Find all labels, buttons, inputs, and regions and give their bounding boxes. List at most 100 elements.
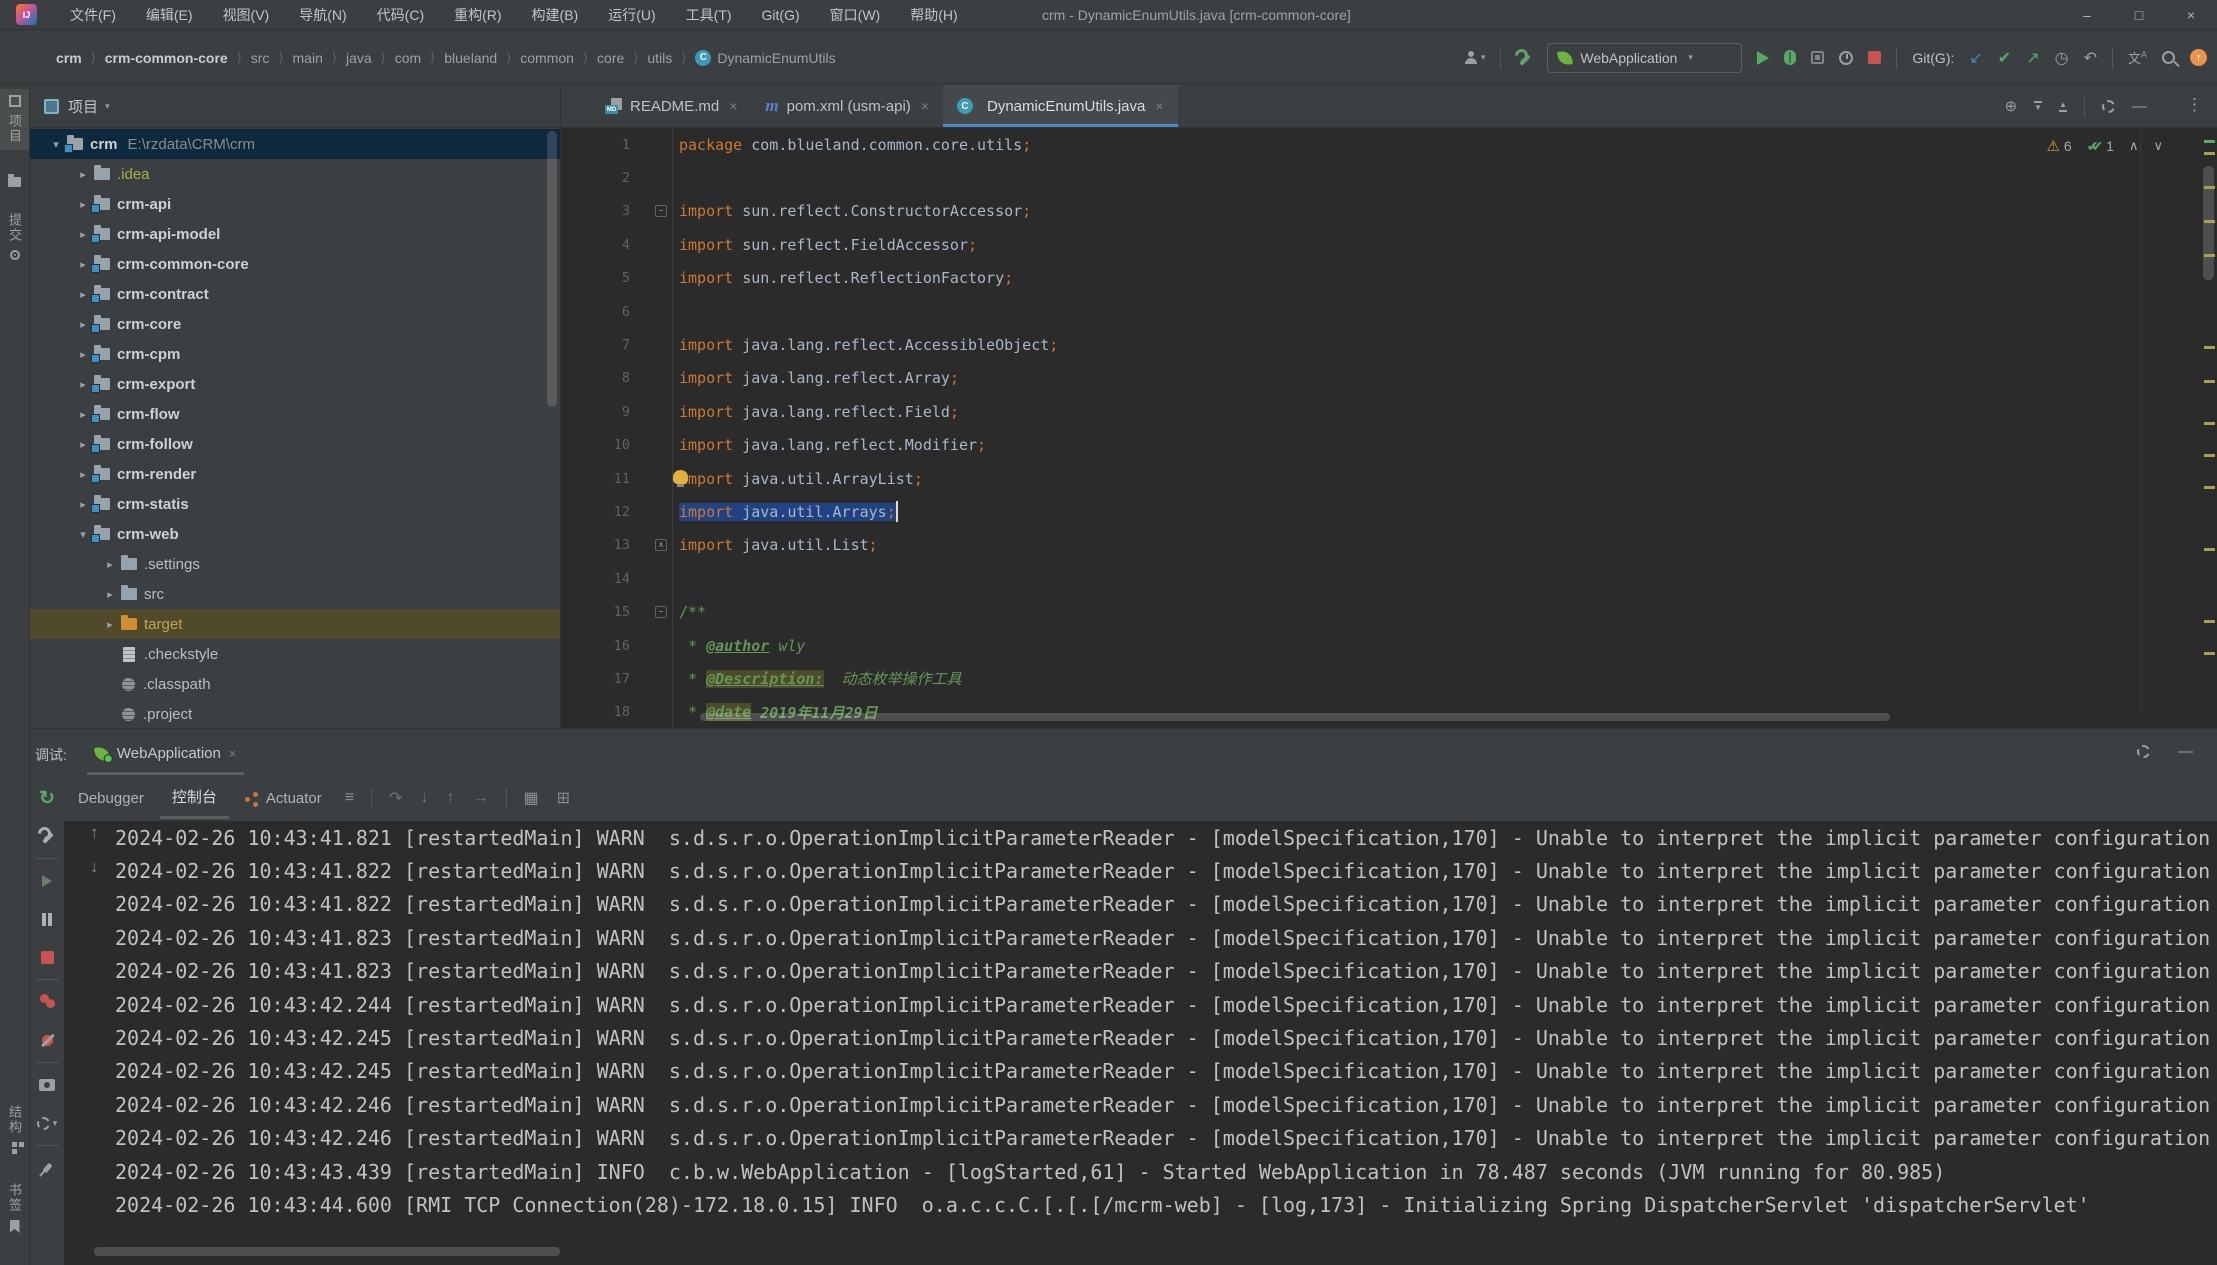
tree-row[interactable]: ▸crm-flow <box>30 399 560 429</box>
menu-item[interactable]: 窗口(W) <box>815 5 896 25</box>
pin-icon[interactable] <box>30 1149 64 1187</box>
breadcrumb-item[interactable]: com <box>395 50 421 66</box>
tree-row[interactable]: ▸crm-statis <box>30 489 560 519</box>
tree-chevron-icon[interactable]: ▸ <box>102 588 118 601</box>
code-editor[interactable]: 1package com.blueland.common.core.utils;… <box>561 128 2217 728</box>
error-stripe-mark[interactable] <box>2204 548 2215 551</box>
menu-item[interactable]: 构建(B) <box>517 5 594 25</box>
editor-tab[interactable]: CDynamicEnumUtils.java× <box>943 85 1178 127</box>
menu-item[interactable]: 导航(N) <box>284 5 361 25</box>
close-icon[interactable]: × <box>729 98 737 114</box>
step-out-icon[interactable]: ↑ <box>440 789 462 807</box>
breadcrumb-item[interactable]: CDynamicEnumUtils <box>695 50 835 66</box>
tree-row[interactable]: ▸target <box>30 609 560 639</box>
fold-marker-icon[interactable]: ∧ <box>655 539 667 551</box>
debug-settings-gear-icon[interactable]: ▾ <box>30 1104 64 1142</box>
inspections-widget[interactable]: ⚠6 ✔✔1 ∧ ∨ <box>2046 137 2163 155</box>
arrow-up-icon[interactable]: ↑ <box>90 823 99 843</box>
hide-panel-icon[interactable]: — <box>2178 743 2193 760</box>
error-stripe-mark[interactable] <box>2204 486 2215 489</box>
git-commit-icon[interactable]: ✔ <box>1998 48 2011 68</box>
warnings-indicator[interactable]: ⚠6 <box>2046 137 2071 155</box>
menu-item[interactable]: 重构(R) <box>439 5 516 25</box>
user-profile-button[interactable]: ▾ <box>1464 51 1486 64</box>
tree-chevron-icon[interactable]: ▸ <box>75 198 91 211</box>
tree-row[interactable]: .checkstyle <box>30 639 560 669</box>
breadcrumb-item[interactable]: blueland <box>444 50 497 66</box>
stop-icon[interactable] <box>30 938 64 976</box>
error-stripe-mark[interactable] <box>2204 380 2215 383</box>
breadcrumb-item[interactable]: src <box>251 50 270 66</box>
git-rollback-icon[interactable]: ↶ <box>2084 48 2097 68</box>
gear-icon[interactable] <box>2102 100 2115 113</box>
step-over-icon[interactable]: ↷ <box>382 788 409 808</box>
error-stripe-mark[interactable] <box>2204 220 2215 223</box>
tree-chevron-icon[interactable]: ▸ <box>75 168 91 181</box>
git-update-icon[interactable]: ↙ <box>1969 48 1982 68</box>
tree-row[interactable]: ▾crm-web <box>30 519 560 549</box>
tree-row[interactable]: ▸crm-render <box>30 459 560 489</box>
error-stripe-mark[interactable] <box>2204 152 2215 155</box>
console-menu-icon[interactable]: ≡ <box>338 789 361 807</box>
menu-item[interactable]: 运行(U) <box>593 5 670 25</box>
menu-item[interactable]: 文件(F) <box>55 5 131 25</box>
hide-panel-icon[interactable]: — <box>2132 98 2147 115</box>
error-stripe-mark[interactable] <box>2204 186 2215 189</box>
debug-tab-控制台[interactable]: 控制台 <box>160 777 229 819</box>
fold-marker-icon[interactable]: − <box>655 606 667 618</box>
breadcrumb-item[interactable]: main <box>293 50 323 66</box>
locate-file-icon[interactable]: ⊕ <box>2005 97 2018 115</box>
tree-chevron-icon[interactable]: ▸ <box>75 438 91 451</box>
breadcrumb-item[interactable]: crm-common-core <box>105 50 228 66</box>
edit-configuration-icon[interactable] <box>30 817 64 855</box>
sidebar-item-commit[interactable]: 提交 <box>0 207 29 266</box>
error-stripe-mark[interactable] <box>2204 620 2215 623</box>
tree-chevron-icon[interactable]: ▸ <box>102 558 118 571</box>
error-stripe-mark[interactable] <box>2204 454 2215 457</box>
editor-horizontal-scrollbar[interactable] <box>700 713 1890 721</box>
project-tree[interactable]: ▾crmE:\rzdata\CRM\crm▸.idea▸crm-api▸crm-… <box>30 129 560 728</box>
tree-chevron-icon[interactable]: ▸ <box>75 348 91 361</box>
tree-chevron-icon[interactable]: ▸ <box>75 408 91 421</box>
sidebar-item-structure[interactable]: 结构 <box>0 1099 29 1160</box>
restore-layout-icon[interactable]: ⊞ <box>550 788 577 808</box>
chevron-down-icon[interactable]: ▾ <box>105 101 110 112</box>
sidebar-item-folder[interactable] <box>0 171 29 193</box>
mute-breakpoints-icon[interactable] <box>30 1021 64 1059</box>
editor-vertical-scrollbar[interactable] <box>2203 166 2214 280</box>
git-push-icon[interactable]: ↗ <box>2026 48 2039 68</box>
run-to-cursor-icon[interactable]: → <box>466 789 496 807</box>
breadcrumb-item[interactable]: utils <box>647 50 672 66</box>
build-wrench-icon[interactable] <box>1516 50 1532 66</box>
error-stripe-mark[interactable] <box>2204 652 2215 655</box>
debug-session-tab[interactable]: WebApplication × <box>87 735 245 775</box>
breadcrumb-item[interactable]: crm <box>56 50 82 66</box>
tree-row[interactable]: ▾crmE:\rzdata\CRM\crm <box>30 129 560 159</box>
menu-item[interactable]: 帮助(H) <box>895 5 972 25</box>
tree-row[interactable]: ▸crm-api-model <box>30 219 560 249</box>
view-breakpoints-icon[interactable] <box>30 983 64 1021</box>
breadcrumb-item[interactable]: java <box>346 50 372 66</box>
tree-chevron-icon[interactable]: ▸ <box>75 288 91 301</box>
evaluate-expression-icon[interactable]: ▦ <box>517 788 546 808</box>
expand-all-icon[interactable]: ▼ <box>2034 101 2042 112</box>
breadcrumb-item[interactable]: core <box>597 50 624 66</box>
minimize-button[interactable]: – <box>2061 0 2113 30</box>
console-horizontal-scrollbar[interactable] <box>94 1247 560 1256</box>
resume-icon[interactable] <box>30 862 64 900</box>
tree-row[interactable]: ▸crm-common-core <box>30 249 560 279</box>
debug-tab-debugger[interactable]: Debugger <box>66 777 156 819</box>
tree-row[interactable]: ▸crm-core <box>30 309 560 339</box>
tree-row[interactable]: ▸crm-api <box>30 189 560 219</box>
pause-icon[interactable] <box>30 900 64 938</box>
stop-button[interactable] <box>1868 51 1881 64</box>
rerun-icon[interactable]: ↻ <box>30 779 64 817</box>
coverage-button[interactable] <box>1811 51 1824 64</box>
menu-item[interactable]: 工具(T) <box>671 5 747 25</box>
thread-dump-camera-icon[interactable] <box>30 1066 64 1104</box>
error-stripe-mark[interactable] <box>2204 422 2215 425</box>
tree-chevron-icon[interactable]: ▸ <box>102 618 118 631</box>
update-notification-icon[interactable]: ↑ <box>2190 49 2207 66</box>
translate-icon[interactable]: 文A <box>2128 48 2147 67</box>
passed-indicator[interactable]: ✔✔1 <box>2087 138 2114 155</box>
